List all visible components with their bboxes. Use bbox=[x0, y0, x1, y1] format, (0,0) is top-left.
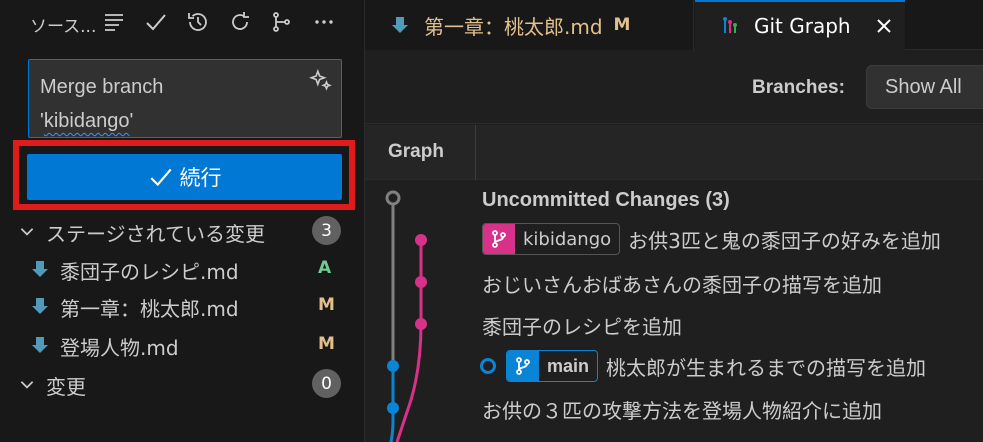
commit-node[interactable] bbox=[387, 402, 399, 414]
staged-changes-section[interactable]: ステージされている変更 3 bbox=[0, 212, 364, 248]
branch-ref-badge[interactable]: kibidango bbox=[482, 223, 621, 255]
commit-row[interactable]: おじいさんおばあさんの黍団子の描写を追加 bbox=[482, 263, 882, 303]
branch-ref-name: main bbox=[547, 355, 590, 376]
commit-message: おじいさんおばあさんの黍団子の描写を追加 bbox=[482, 272, 882, 297]
commit-button-label: 続行 bbox=[179, 166, 222, 190]
file-status: A bbox=[318, 258, 332, 278]
staged-count-badge: 3 bbox=[312, 216, 341, 245]
commit-message: お供3匹と鬼の黍団子の好みを追加 bbox=[628, 228, 941, 253]
commit-row-uncommitted[interactable]: Uncommitted Changes (3) bbox=[482, 180, 730, 220]
commit-message: 桃太郎が生まれるまでの描写を追加 bbox=[606, 355, 927, 380]
markdown-file-icon bbox=[32, 337, 48, 353]
file-name: 登場人物.md bbox=[60, 336, 179, 360]
close-icon[interactable] bbox=[874, 16, 894, 36]
markdown-file-icon bbox=[392, 17, 408, 33]
chevron-down-icon bbox=[20, 381, 34, 389]
tab-story-file[interactable]: 第一章：桃太郎.md M bbox=[365, 0, 694, 50]
staged-changes-label: ステージされている変更 bbox=[46, 222, 265, 246]
commit-message-line2: 'kibidango' bbox=[40, 104, 300, 138]
commit-continue-button[interactable]: 続行 bbox=[27, 154, 342, 200]
view-as-tree-icon[interactable] bbox=[100, 8, 128, 36]
git-graph-icon bbox=[723, 17, 737, 33]
commit-row[interactable]: お供の３匹の攻撃方法を登場人物紹介に追加 bbox=[482, 389, 882, 429]
tab-label: Git Graph bbox=[754, 14, 851, 38]
history-icon[interactable] bbox=[184, 8, 212, 36]
tab-label: 第一章：桃太郎.md bbox=[424, 14, 603, 39]
source-control-title: ソース... bbox=[30, 17, 97, 37]
branch-graph-line bbox=[395, 240, 423, 442]
commit-row[interactable]: main 桃太郎が生まれるまでの描写を追加 bbox=[480, 346, 927, 386]
refresh-icon[interactable] bbox=[226, 8, 254, 36]
commit-check-icon[interactable] bbox=[142, 8, 170, 36]
graph-table-header: Graph bbox=[365, 125, 983, 180]
source-control-pane: ソース... Merge branch 'kibidango' 続行 ステージさ… bbox=[0, 0, 365, 442]
commit-message-line1: Merge branch bbox=[40, 76, 164, 98]
commit-message-text: Merge branch 'kibidango' bbox=[40, 70, 300, 138]
commit-row[interactable]: 黍団子のレシピを追加 bbox=[482, 305, 682, 345]
commit-node-main[interactable] bbox=[387, 360, 399, 372]
chevron-down-icon bbox=[20, 228, 34, 236]
branch-ref-name: kibidango bbox=[523, 228, 612, 250]
file-name: 第一章：桃太郎.md bbox=[60, 297, 239, 321]
tab-git-graph[interactable]: Git Graph bbox=[695, 0, 905, 50]
changes-section[interactable]: 変更 0 bbox=[0, 365, 364, 401]
editor-area: 第一章：桃太郎.md M Git Graph Branches: Show Al… bbox=[365, 0, 983, 442]
uncommitted-node bbox=[385, 190, 401, 206]
staged-file-item[interactable]: 黍団子のレシピ.md A bbox=[0, 250, 364, 288]
branch-graph-icon[interactable] bbox=[268, 8, 296, 36]
graph-column-header: Graph bbox=[388, 141, 444, 162]
tab-modified-badge: M bbox=[613, 15, 631, 35]
commit-message-branch: kibidango bbox=[43, 110, 130, 132]
markdown-file-icon bbox=[32, 261, 48, 277]
source-control-header: ソース... bbox=[0, 0, 364, 44]
commit-message-quote-close: ' bbox=[129, 110, 134, 132]
commit-row[interactable]: kibidango お供3匹と鬼の黍団子の好みを追加 bbox=[482, 219, 941, 259]
staged-file-item[interactable]: 第一章：桃太郎.md M bbox=[0, 287, 364, 325]
commit-node[interactable] bbox=[415, 318, 427, 330]
editor-tab-bar: 第一章：桃太郎.md M Git Graph bbox=[365, 0, 983, 50]
branch-ref-badge[interactable]: main bbox=[506, 350, 599, 382]
staged-file-item[interactable]: 登場人物.md M bbox=[0, 326, 364, 364]
git-graph-controls: Branches: Show All bbox=[365, 51, 983, 124]
sparkle-icon[interactable] bbox=[307, 68, 333, 94]
commit-message-input[interactable]: Merge branch 'kibidango' bbox=[28, 59, 342, 138]
commit-message: お供の３匹の攻撃方法を登場人物紹介に追加 bbox=[482, 398, 882, 423]
commit-message: Uncommitted Changes (3) bbox=[482, 188, 730, 211]
column-divider[interactable] bbox=[475, 125, 476, 180]
head-indicator bbox=[480, 358, 496, 374]
commit-message: 黍団子のレシピを追加 bbox=[482, 314, 682, 339]
markdown-file-icon bbox=[32, 298, 48, 314]
branch-icon bbox=[507, 351, 539, 381]
check-icon bbox=[149, 168, 172, 187]
changes-count-badge: 0 bbox=[312, 369, 341, 398]
commit-node[interactable] bbox=[415, 276, 427, 288]
branches-label: Branches: bbox=[752, 77, 845, 98]
branches-dropdown[interactable]: Show All bbox=[866, 65, 983, 109]
commit-graph bbox=[385, 190, 427, 442]
branch-icon bbox=[483, 224, 515, 254]
file-status: M bbox=[318, 334, 335, 354]
file-status: M bbox=[318, 295, 335, 315]
changes-label: 変更 bbox=[46, 375, 86, 399]
more-icon[interactable] bbox=[310, 8, 338, 36]
commit-node-kibidango[interactable] bbox=[415, 234, 427, 246]
file-name: 黍団子のレシピ.md bbox=[60, 260, 239, 284]
